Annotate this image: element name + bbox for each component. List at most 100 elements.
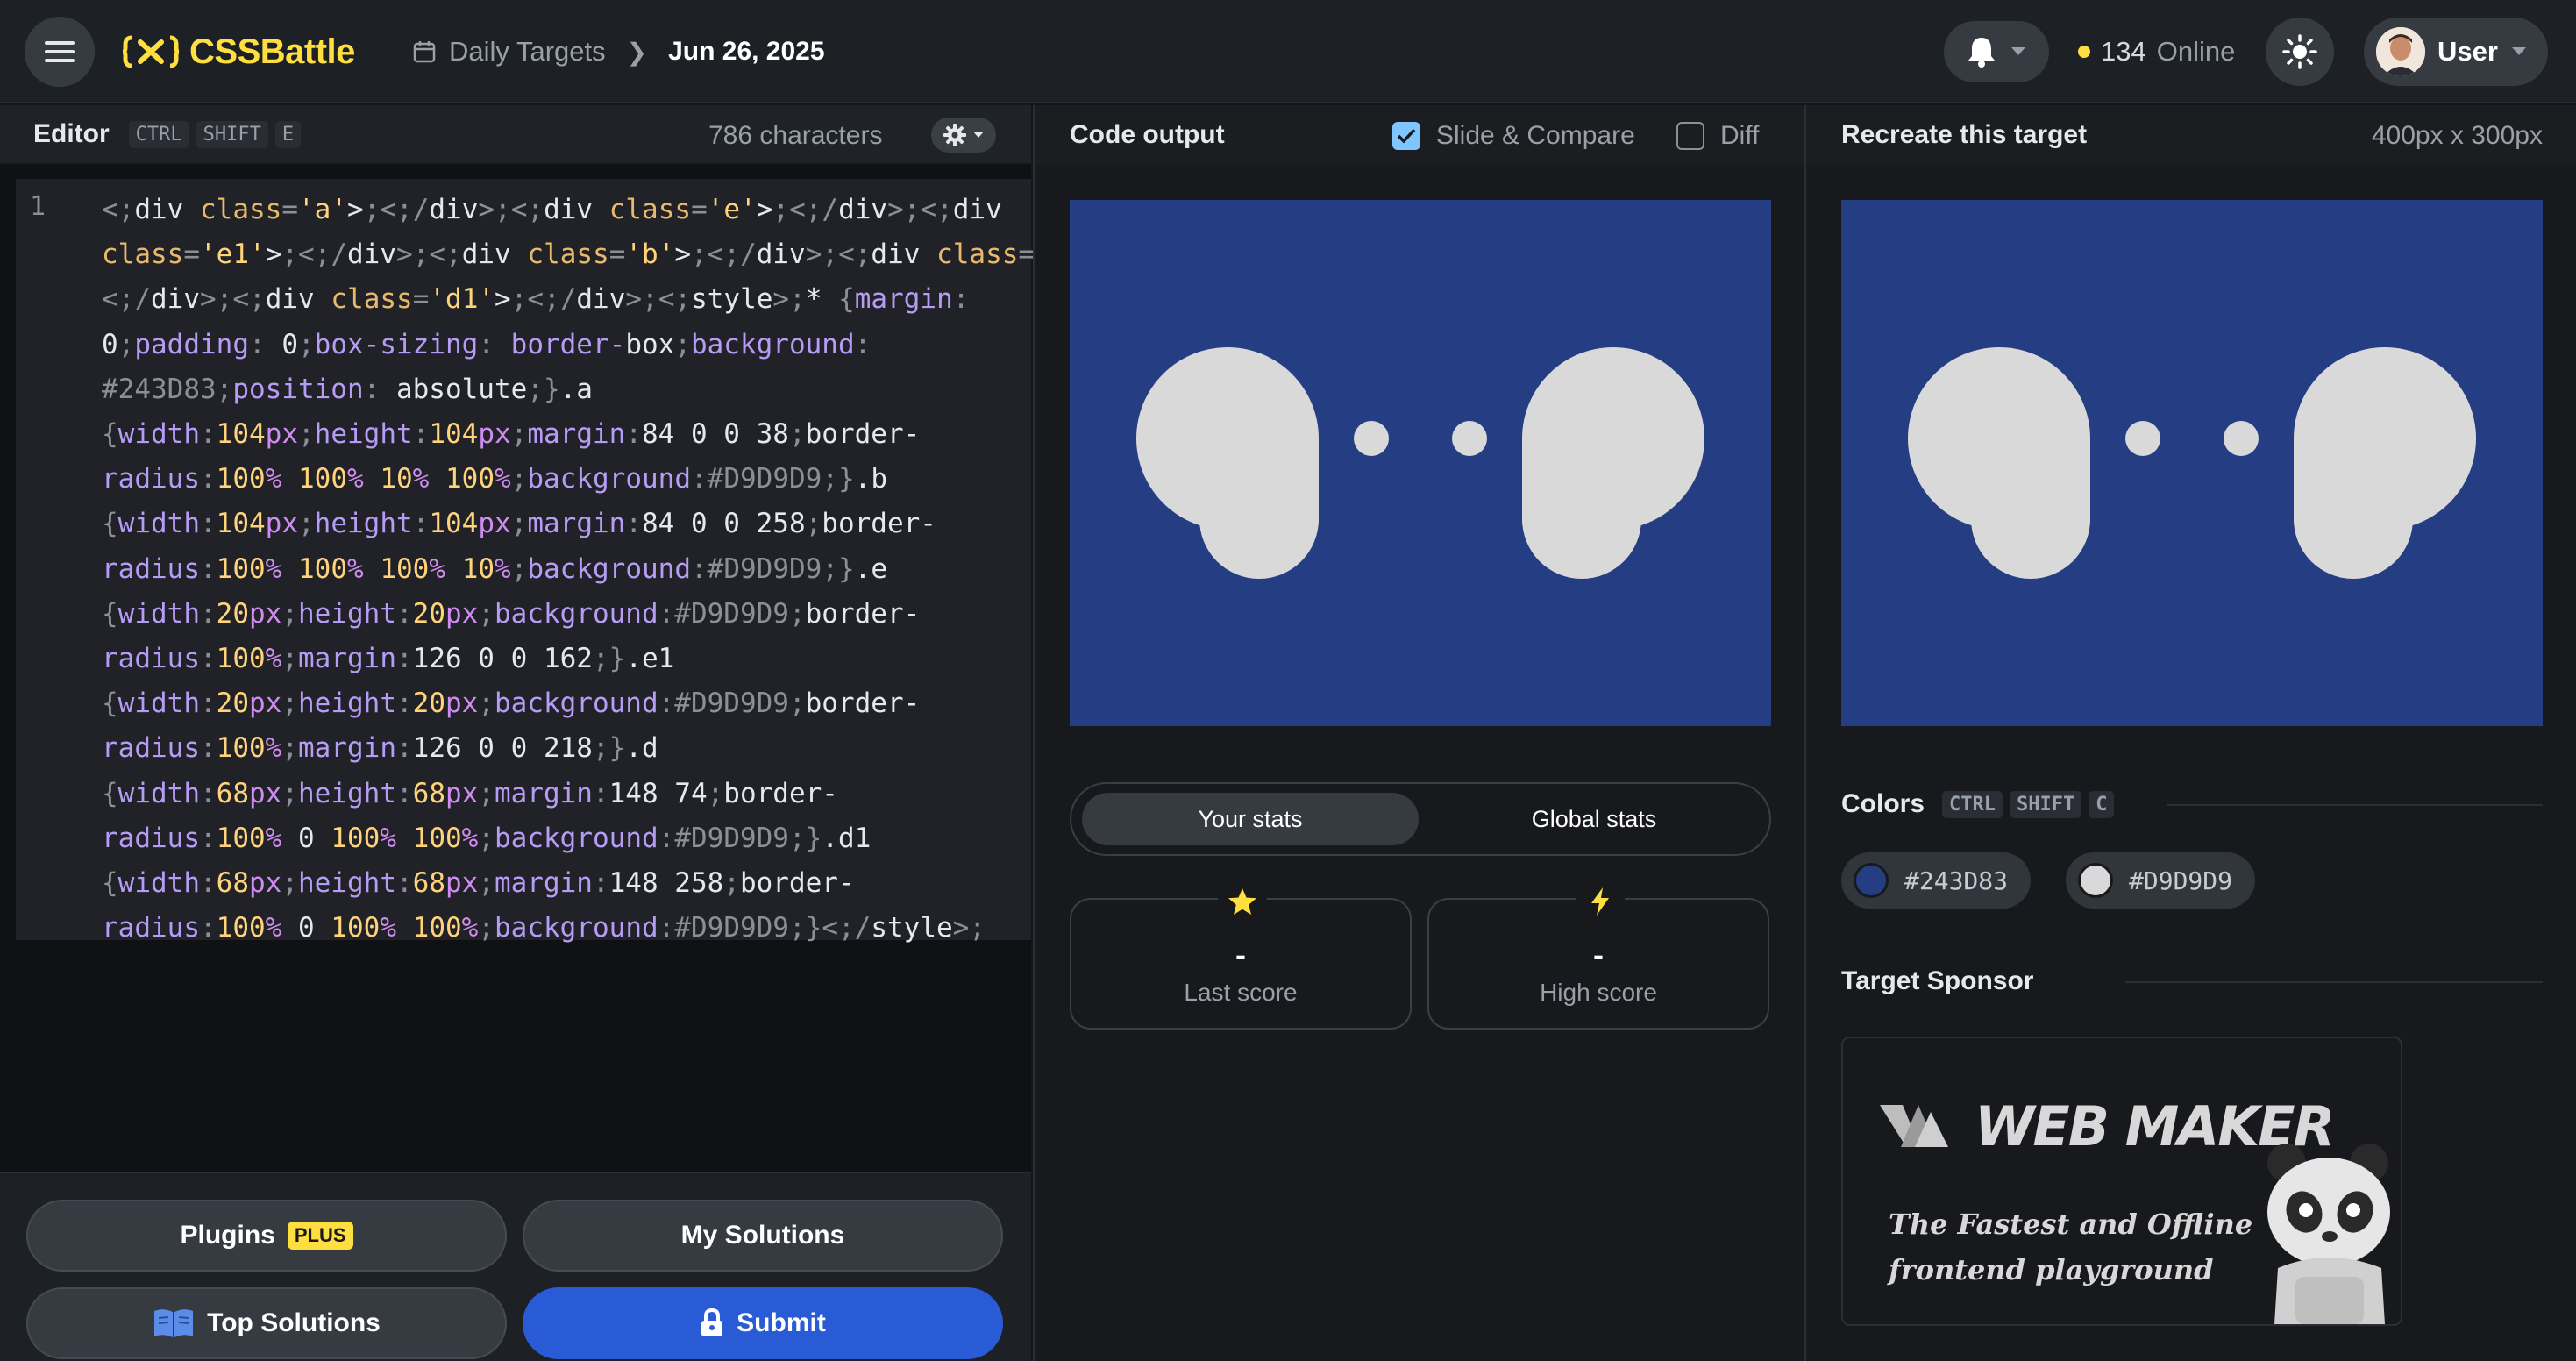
- output-title: Code output: [1070, 120, 1225, 149]
- code-line: radius:100% 0 100% 100%;background:#D9D9…: [102, 822, 872, 854]
- color-swatch[interactable]: #D9D9D9: [2066, 852, 2256, 909]
- color-hex: #D9D9D9: [2129, 866, 2233, 895]
- submit-button[interactable]: Submit: [523, 1287, 1003, 1359]
- bell-icon: [1968, 38, 1995, 68]
- chevron-down-icon: [973, 132, 984, 138]
- top-solutions-label: Top Solutions: [207, 1308, 381, 1337]
- online-indicator: 134 Online: [2078, 26, 2235, 77]
- sponsor-card[interactable]: WEB MAKER The Fastest and Offline fronte…: [1841, 1037, 2402, 1326]
- chevron-down-icon: [2011, 47, 2025, 55]
- lock-icon: [701, 1308, 723, 1336]
- user-menu-button[interactable]: User: [2364, 18, 2548, 86]
- lightning-icon: [1576, 886, 1625, 917]
- sponsor-tagline: The Fastest and Offline frontend playgro…: [1889, 1208, 2253, 1286]
- panda-mascot-icon: [2267, 1144, 2390, 1324]
- code-line: {width:104px;height:104px;margin:84 0 0 …: [102, 508, 936, 540]
- target-toolbar: Recreate this target 400px x 300px: [1806, 105, 2576, 165]
- breadcrumb-current-date: Jun 26, 2025: [668, 37, 825, 66]
- top-solutions-button[interactable]: Top Solutions: [26, 1287, 507, 1359]
- slide-compare-checkbox[interactable]: [1392, 122, 1420, 150]
- brand-logo[interactable]: CSSBattle: [123, 26, 355, 77]
- last-score-label: Last score: [1184, 979, 1298, 1006]
- plugins-button[interactable]: Plugins PLUS: [26, 1200, 507, 1272]
- breadcrumb-daily-targets[interactable]: Daily Targets: [449, 36, 606, 68]
- top-header: CSSBattle Daily Targets ❯ Jun 26, 2025 1…: [0, 0, 2576, 103]
- book-icon: [154, 1309, 194, 1337]
- editor-shortcut: CTRL SHIFT E: [122, 120, 302, 148]
- breadcrumb: Daily Targets ❯ Jun 26, 2025: [412, 26, 825, 77]
- code-line: {width:20px;height:20px;background:#D9D9…: [102, 688, 921, 720]
- editor-title: Editor: [33, 119, 110, 148]
- editor-settings-button[interactable]: [931, 118, 996, 153]
- high-score-label: High score: [1540, 979, 1657, 1006]
- check-icon: [1397, 128, 1416, 144]
- editor-panel: Editor CTRL SHIFT E 786 characters 1 <;d…: [0, 105, 1116, 1361]
- code-line: 0;padding: 0;box-sizing: border-box;back…: [102, 328, 872, 360]
- high-score-value: -: [1593, 937, 1604, 973]
- code-line: <;/div>;<;div class='d1'>;<;/div>;<;styl…: [102, 283, 970, 316]
- star-icon: [1218, 886, 1267, 917]
- code-line: <;div class='a'>;<;/div>;<;div class='e'…: [102, 194, 1002, 225]
- sun-icon: [2282, 34, 2317, 69]
- notifications-button[interactable]: [1944, 21, 2049, 82]
- online-dot-icon: [2078, 46, 2090, 58]
- last-score-card: - Last score: [1070, 886, 1412, 1030]
- tab-your-stats[interactable]: Your stats: [1082, 793, 1419, 845]
- menu-button[interactable]: [25, 17, 95, 87]
- calendar-icon: [413, 41, 436, 63]
- kbd-key: C: [2089, 790, 2115, 818]
- character-count: 786 characters: [708, 121, 883, 150]
- code-line: radius:100%;margin:126 0 0 162;}.e1: [102, 643, 675, 675]
- divider: [2125, 981, 2543, 983]
- line-number: 1: [30, 191, 46, 222]
- slide-compare-option[interactable]: Slide & Compare: [1392, 121, 1635, 151]
- avatar: [2376, 27, 2425, 76]
- code-line: radius:100% 0 100% 100%;background:#D9D9…: [102, 912, 986, 944]
- stats-toggle: Your stats Global stats: [1070, 782, 1771, 856]
- output-panel: Code output Slide & Compare Diff Your st…: [1033, 105, 1804, 1361]
- diff-label: Diff: [1720, 121, 1760, 150]
- code-line: {width:68px;height:68px;margin:148 74;bo…: [102, 777, 838, 809]
- code-line: radius:100% 100% 10% 100%;background:#D9…: [102, 463, 887, 495]
- kbd-key: CTRL: [128, 120, 189, 148]
- kbd-key: SHIFT: [196, 120, 268, 148]
- swatch-dot: [1854, 863, 1889, 898]
- editor-toolbar: Editor CTRL SHIFT E 786 characters: [0, 105, 1031, 165]
- kbd-key: SHIFT: [2010, 790, 2082, 818]
- my-solutions-button[interactable]: My Solutions: [523, 1200, 1003, 1272]
- tab-global-stats[interactable]: Global stats: [1426, 793, 1762, 845]
- code-line: radius:100% 100% 100% 10%;background:#D9…: [102, 552, 887, 585]
- plus-badge: PLUS: [287, 1222, 353, 1250]
- chevron-right-icon: ❯: [626, 38, 648, 66]
- code-line: #243D83;position: absolute;}.a: [102, 373, 593, 405]
- code-line: {width:104px;height:104px;margin:84 0 0 …: [102, 418, 921, 451]
- divider: [2167, 804, 2543, 806]
- code-line: {width:68px;height:68px;margin:148 258;b…: [102, 867, 855, 900]
- code-text[interactable]: <;div class='a'>;<;/div>;<;div class='e'…: [102, 188, 1116, 951]
- action-buttons: Plugins PLUS My Solutions Top Solutions …: [0, 1172, 1031, 1361]
- sponsor-title: Target Sponsor: [1841, 966, 2034, 995]
- kbd-key: E: [274, 120, 302, 148]
- sponsor-heading: Target Sponsor: [1841, 966, 2033, 996]
- diff-checkbox[interactable]: [1676, 122, 1704, 150]
- high-score-card: - High score: [1427, 886, 1769, 1030]
- webmaker-logo-icon: [1880, 1105, 1948, 1147]
- target-title: Recreate this target: [1841, 120, 2088, 149]
- online-count: 134: [2101, 36, 2146, 67]
- slide-compare-label: Slide & Compare: [1436, 121, 1635, 150]
- diff-option[interactable]: Diff: [1676, 121, 1759, 151]
- code-editor[interactable]: 1 <;div class='a'>;<;/div>;<;div class='…: [16, 179, 1116, 944]
- online-label: Online: [2156, 36, 2236, 67]
- code-line: radius:100%;margin:126 0 0 218;}.d: [102, 732, 658, 765]
- target-panel: Recreate this target 400px x 300px Color…: [1804, 105, 2576, 1361]
- color-swatch[interactable]: #243D83: [1841, 852, 2032, 909]
- theme-toggle-button[interactable]: [2266, 18, 2334, 86]
- target-image: [1841, 200, 2543, 726]
- color-hex: #243D83: [1904, 866, 2009, 895]
- kbd-key: CTRL: [1942, 790, 2003, 818]
- gear-icon: [943, 124, 966, 146]
- code-output-canvas[interactable]: [1070, 200, 1771, 726]
- code-line: class='e1'>;<;/div>;<;div class='b'>;<;/…: [102, 239, 1116, 271]
- user-name: User: [2437, 36, 2498, 67]
- submit-label: Submit: [737, 1308, 826, 1337]
